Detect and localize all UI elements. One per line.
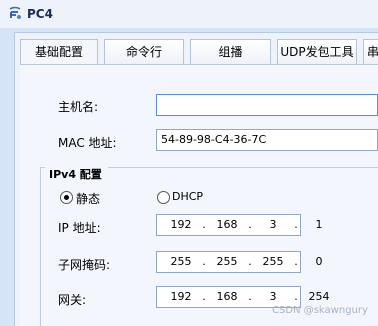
hostname-input[interactable] [156,94,378,116]
dhcp-radio[interactable] [157,191,170,204]
ip-dot: . [202,218,206,231]
tab-serial[interactable]: 串 [363,39,378,64]
gateway-octet-2: 168 [216,290,238,303]
mask-octet-3: 255 [262,255,284,268]
gateway-octet-4: 254 [308,290,330,303]
mac-field: 54-89-98-C4-36-7C [156,129,378,151]
title-bar: PC4 [0,0,378,28]
mac-label: MAC 地址: [58,136,117,150]
gateway-label: 网关: [58,293,87,307]
mask-dot: . [248,255,252,268]
gateway-dot: . [248,290,252,303]
mask-octet-4: 0 [315,255,323,268]
ipv4-group-label: IPv4 配置 [45,166,108,182]
mask-octet-1: 255 [170,255,192,268]
ip-octet-4: 1 [315,218,323,231]
watermark: CSDN @skawngury [272,305,368,316]
hostname-label: 主机名: [58,100,99,114]
ip-address-label: IP 地址: [58,221,101,235]
ip-octet-1: 192 [170,218,192,231]
ip-octet-3: 3 [269,218,277,231]
ip-address-input[interactable]: 192. 168. 3. 1 [156,214,323,236]
gateway-octet-1: 192 [170,290,192,303]
subnet-mask-label: 子网掩码: [58,258,111,272]
tab-multicast[interactable]: 组播 [190,39,271,64]
mask-dot: . [294,255,298,268]
static-radio[interactable] [60,191,73,204]
ip-octet-2: 168 [216,218,238,231]
gateway-dot: . [202,290,206,303]
ip-dot: . [248,218,252,231]
gateway-octet-3: 3 [269,290,277,303]
window-title: PC4 [27,7,53,21]
subnet-mask-input[interactable]: 255. 255. 255. 0 [156,251,323,273]
tab-command-line[interactable]: 命令行 [104,39,184,64]
gateway-dot: . [294,290,298,303]
tab-udp-tool[interactable]: UDP发包工具 [277,39,357,64]
dhcp-radio-label: DHCP [172,190,204,203]
pc-icon [9,6,21,19]
static-radio-label: 静态 [76,192,101,206]
mask-dot: . [202,255,206,268]
mask-octet-2: 255 [216,255,238,268]
tab-basic-config[interactable]: 基础配置 [20,39,98,64]
ip-dot: . [294,218,298,231]
